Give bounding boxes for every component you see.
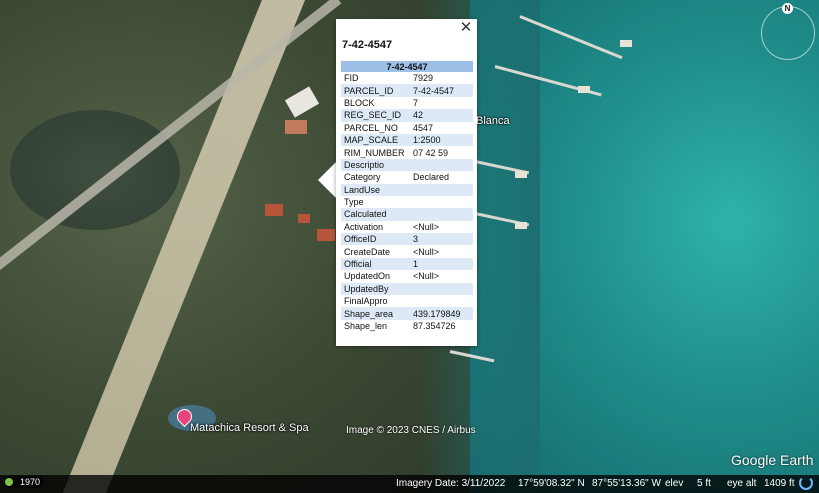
- attribute-key: RIM_NUMBER: [344, 147, 405, 158]
- imagery-date: Imagery Date: 3/11/2022: [396, 478, 506, 489]
- attribute-key: OfficeID: [341, 233, 410, 246]
- attribute-key: UpdatedBy: [341, 282, 410, 296]
- attribute-key: MAP_SCALE: [341, 133, 410, 147]
- attribute-row: FID 7929: [341, 72, 473, 84]
- popup-title: 7-42-4547: [342, 39, 393, 51]
- attribute-row: Type: [341, 196, 473, 208]
- attribute-key: BLOCK: [344, 97, 375, 108]
- lagoon: [10, 110, 180, 230]
- attribute-value: 7929: [413, 73, 434, 84]
- attribute-key: Activation: [344, 221, 384, 232]
- attribute-key: Type: [344, 197, 364, 208]
- attribute-value: 1:2500: [410, 133, 473, 147]
- attribute-value: <Null>: [413, 246, 440, 257]
- attribute-value: 7-42-4547: [410, 84, 473, 97]
- north-icon[interactable]: N: [782, 3, 793, 14]
- attribute-key: Category: [344, 172, 381, 183]
- attribute-value: 07 42 59: [413, 147, 449, 158]
- table-header: 7-42-4547: [341, 61, 473, 72]
- popup-pointer: [318, 162, 336, 198]
- eye-alt-label: eye alt: [727, 478, 757, 489]
- pier-head: [578, 86, 590, 93]
- attribute-key: Shape_area: [341, 307, 410, 320]
- attribute-key: Shape_len: [344, 321, 388, 331]
- attribute-key: Descriptio: [341, 158, 410, 172]
- attribute-key: FinalAppro: [344, 296, 388, 307]
- attribute-value: 87.354726: [413, 321, 456, 331]
- attribute-row: PARCEL_NO 4547: [341, 122, 473, 134]
- attribute-row: MAP_SCALE 1:2500: [341, 133, 473, 147]
- attribute-value: 3: [410, 233, 473, 246]
- elevation-value: 5 ft: [697, 478, 711, 489]
- attribute-value: [410, 295, 473, 307]
- compass-ring[interactable]: [761, 6, 815, 60]
- attribute-row: Calculated: [341, 208, 473, 221]
- attribute-key: PARCEL_NO: [344, 122, 398, 133]
- attribute-value: 439.179849: [410, 307, 473, 320]
- attribute-key: FID: [344, 73, 359, 84]
- attribute-row: UpdatedOn <Null>: [341, 270, 473, 282]
- attribute-value: <Null>: [413, 271, 440, 282]
- attribute-value: 4547: [413, 122, 434, 133]
- attribute-key: Calculated: [341, 208, 410, 221]
- attribute-value: 1: [410, 257, 473, 271]
- attribute-row: FinalAppro: [341, 295, 473, 307]
- attribute-row: REG_SEC_ID 42: [341, 109, 473, 122]
- loading-icon: [799, 476, 813, 490]
- pier-head: [515, 222, 527, 229]
- attribute-value: <Null>: [413, 221, 440, 232]
- attribute-key: PARCEL_ID: [341, 84, 410, 97]
- history-icon[interactable]: [5, 478, 13, 486]
- attribute-row: Shape_area 439.179849: [341, 307, 473, 320]
- attribute-row: OfficeID 3: [341, 233, 473, 246]
- attribute-key: CreateDate: [344, 246, 391, 257]
- attribute-table: 7-42-4547 FID 7929 PARCEL_ID 7-42-4547 BLOCK…: [341, 61, 473, 332]
- attribute-value: [410, 196, 473, 208]
- elevation-label: elev: [665, 478, 684, 489]
- attribute-row: Official 1: [341, 257, 473, 271]
- attribute-value: Declared: [413, 172, 450, 183]
- attribute-row: UpdatedBy: [341, 282, 473, 296]
- attribute-row: BLOCK 7: [341, 97, 473, 109]
- attribute-row: Category Declared: [341, 171, 473, 183]
- attribute-value: [410, 183, 473, 196]
- building: [298, 214, 310, 223]
- pier-head: [515, 171, 527, 178]
- attribute-value: 42: [410, 109, 473, 122]
- building: [317, 229, 335, 241]
- attribute-value: 7: [413, 97, 419, 108]
- attribute-value: [410, 282, 473, 296]
- attribute-row: CreateDate <Null>: [341, 245, 473, 257]
- attribute-value: [410, 208, 473, 221]
- attribute-row: LandUse: [341, 183, 473, 196]
- attribute-row: RIM_NUMBER 07 42 59: [341, 146, 473, 158]
- attribute-key: Official: [341, 257, 410, 271]
- attribute-key: LandUse: [341, 183, 410, 196]
- longitude: 87°55'13.36" W: [592, 478, 661, 489]
- pier-head: [620, 40, 632, 47]
- latitude: 17°59'08.32" N: [518, 478, 585, 489]
- resort-label[interactable]: Matachica Resort & Spa: [190, 422, 309, 434]
- eye-alt-value: 1409 ft: [764, 478, 795, 489]
- imagery-attribution: Image © 2023 CNES / Airbus: [346, 425, 476, 436]
- building: [285, 120, 307, 134]
- attribute-row: Shape_len 87.354726: [341, 320, 473, 332]
- close-icon[interactable]: ✕: [459, 20, 473, 35]
- attribute-row: Activation <Null>: [341, 221, 473, 233]
- attribute-key: UpdatedOn: [344, 271, 391, 282]
- place-label[interactable]: Blanca: [476, 115, 510, 127]
- attribute-row: Descriptio: [341, 158, 473, 172]
- google-earth-logo: Google Earth: [731, 452, 814, 468]
- parcel-info-popup: ✕ 7-42-4547 7-42-4547 FID 7929 PARCEL_ID 7-…: [336, 19, 477, 346]
- attribute-key: REG_SEC_ID: [341, 109, 410, 122]
- attribute-value: [410, 158, 473, 172]
- attribute-row: PARCEL_ID 7-42-4547: [341, 84, 473, 97]
- building: [265, 204, 283, 216]
- status-bar: Imagery Date: 3/11/2022 17°59'08.32" N 8…: [0, 475, 819, 493]
